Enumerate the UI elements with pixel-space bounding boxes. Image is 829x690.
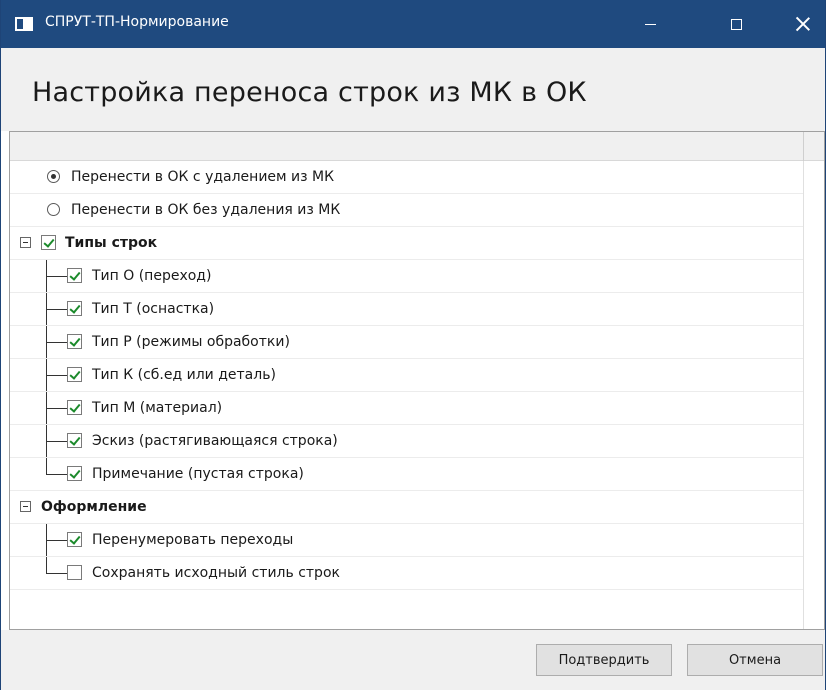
dialog-window: СПРУТ-ТП-Нормирование Настройка переноса…: [0, 0, 826, 690]
tree-connector-branch: [46, 342, 67, 343]
column-divider-line: [803, 161, 804, 629]
item-checkbox[interactable]: [67, 400, 82, 415]
window-title: СПРУТ-ТП-Нормирование: [45, 14, 229, 30]
tree-item-row[interactable]: Тип Т (оснастка): [10, 293, 803, 326]
tree-connector-branch: [46, 573, 67, 574]
collapse-icon[interactable]: [20, 501, 31, 512]
radio-label: Перенести в ОК с удалением из МК: [71, 169, 335, 185]
item-checkbox[interactable]: [67, 301, 82, 316]
item-checkbox[interactable]: [67, 433, 82, 448]
tree-item-row[interactable]: Сохранять исходный стиль строк: [10, 557, 803, 590]
page-title: Настройка переноса строк из МК в ОК: [32, 77, 587, 108]
tree-item-row[interactable]: Тип Р (режимы обработки): [10, 326, 803, 359]
tree-item-row[interactable]: Тип О (переход): [10, 260, 803, 293]
dialog-header: Настройка переноса строк из МК в ОК: [1, 48, 825, 131]
close-button[interactable]: [779, 0, 827, 48]
item-checkbox[interactable]: [67, 532, 82, 547]
tree-item-row[interactable]: Примечание (пустая строка): [10, 458, 803, 491]
item-label: Сохранять исходный стиль строк: [92, 565, 340, 581]
radio-row-without-delete[interactable]: Перенести в ОК без удаления из МК: [10, 194, 803, 227]
item-label: Тип М (материал): [92, 400, 223, 416]
dialog-footer: Подтвердить Отмена: [1, 630, 825, 690]
tree-item-row[interactable]: Тип М (материал): [10, 392, 803, 425]
radio-row-with-delete[interactable]: Перенести в ОК с удалением из МК: [10, 161, 803, 194]
column-divider[interactable]: [803, 132, 804, 162]
item-label: Примечание (пустая строка): [92, 466, 304, 482]
tree-connector-branch: [46, 276, 67, 277]
tree-item-row[interactable]: Эскиз (растягивающаяся строка): [10, 425, 803, 458]
tree-connector-branch: [46, 375, 67, 376]
item-checkbox[interactable]: [67, 466, 82, 481]
item-label: Эскиз (растягивающаяся строка): [92, 433, 338, 449]
tree-group-row-types[interactable]: Типы строк: [10, 227, 803, 260]
item-label: Перенумеровать переходы: [92, 532, 294, 548]
settings-tree: Перенести в ОК с удалением из МК Перенес…: [9, 131, 825, 630]
item-checkbox[interactable]: [67, 367, 82, 382]
minimize-icon: [644, 23, 656, 25]
item-label: Тип Р (режимы обработки): [92, 334, 290, 350]
tree-connector-branch: [46, 309, 67, 310]
tree-connector-branch: [46, 441, 67, 442]
item-label: Тип Т (оснастка): [92, 301, 215, 317]
tree-body: Перенести в ОК с удалением из МК Перенес…: [10, 161, 824, 629]
item-checkbox[interactable]: [67, 334, 82, 349]
confirm-button[interactable]: Подтвердить: [536, 644, 672, 676]
tree-connector-branch: [46, 474, 67, 475]
group-types-checkbox[interactable]: [41, 235, 56, 250]
maximize-button[interactable]: [712, 0, 760, 48]
item-label: Тип О (переход): [92, 268, 212, 284]
close-icon: [796, 17, 810, 31]
tree-item-row[interactable]: Перенумеровать переходы: [10, 524, 803, 557]
cancel-button[interactable]: Отмена: [687, 644, 823, 676]
item-checkbox[interactable]: [67, 268, 82, 283]
radio-label: Перенести в ОК без удаления из МК: [71, 202, 341, 218]
title-bar[interactable]: СПРУТ-ТП-Нормирование: [1, 0, 825, 48]
tree-group-row-formatting[interactable]: Оформление: [10, 491, 803, 524]
app-window-icon: [15, 17, 33, 31]
minimize-button[interactable]: [626, 0, 674, 48]
tree-connector-branch: [46, 540, 67, 541]
radio-with-delete[interactable]: [47, 170, 60, 183]
tree-item-row[interactable]: Тип К (сб.ед или деталь): [10, 359, 803, 392]
maximize-icon: [730, 18, 742, 30]
radio-without-delete[interactable]: [47, 203, 60, 216]
collapse-icon[interactable]: [20, 237, 31, 248]
group-label: Оформление: [41, 499, 147, 515]
group-label: Типы строк: [65, 235, 158, 251]
tree-column-header: [10, 131, 824, 162]
tree-connector-branch: [46, 408, 67, 409]
item-label: Тип К (сб.ед или деталь): [92, 367, 276, 383]
item-checkbox[interactable]: [67, 565, 82, 580]
